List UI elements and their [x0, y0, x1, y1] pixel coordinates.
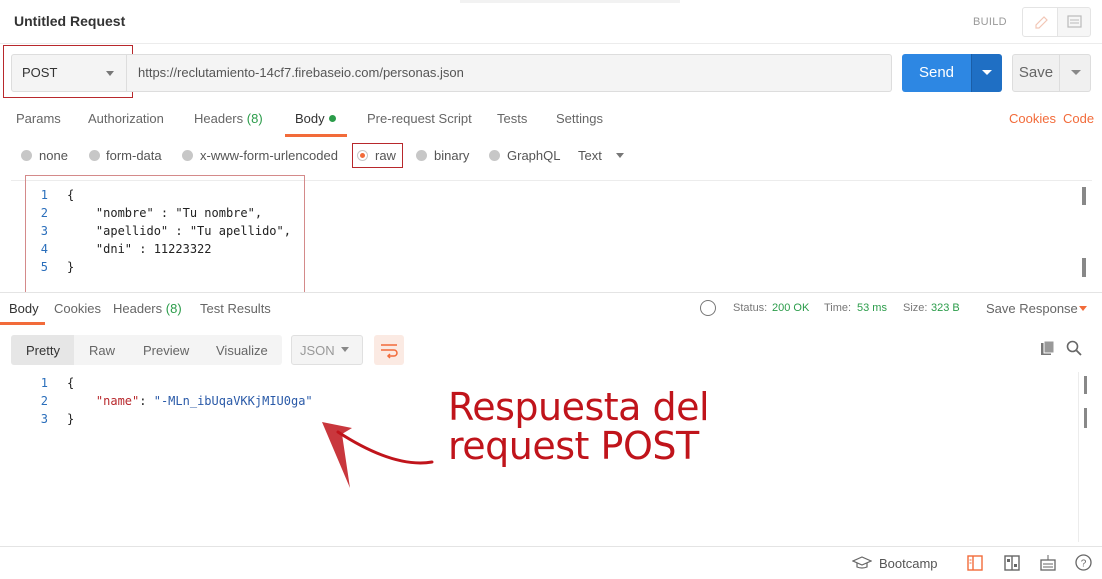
radio-graphql[interactable]	[489, 150, 500, 161]
response-tab-test-results[interactable]: Test Results	[200, 301, 271, 316]
radio-graphql-label[interactable]: GraphQL	[507, 148, 560, 163]
editor-scrollbar[interactable]	[1082, 258, 1086, 277]
annotation-line-2: request POST	[448, 424, 699, 468]
code-line: }	[67, 412, 75, 426]
radio-form-data[interactable]	[89, 150, 100, 161]
radio-none-label[interactable]: none	[39, 148, 68, 163]
line-number: 2	[40, 394, 48, 408]
status-value[interactable]: 200 OK	[772, 302, 809, 314]
radio-none[interactable]	[21, 150, 32, 161]
send-button[interactable]: Send	[902, 54, 971, 92]
view-preview[interactable]: Preview	[143, 343, 189, 358]
view-pretty[interactable]: Pretty	[26, 343, 60, 358]
response-tab-cookies[interactable]: Cookies	[54, 301, 101, 316]
bootcamp-link[interactable]: Bootcamp	[879, 556, 938, 571]
edit-button[interactable]	[1022, 7, 1058, 37]
build-label[interactable]: BUILD	[973, 16, 1007, 28]
tab-prerequest-script[interactable]: Pre-request Script	[367, 111, 472, 126]
graduation-cap-icon	[852, 556, 872, 569]
annotation-arrow-icon	[322, 422, 434, 488]
chevron-down-icon	[1071, 70, 1081, 75]
annotation-line-1: Respuesta del	[448, 385, 710, 429]
copy-icon[interactable]	[1041, 341, 1055, 357]
url-text: https://reclutamiento-14cf7.firebaseio.c…	[138, 65, 464, 80]
response-headers-count: (8)	[165, 301, 182, 316]
code-link[interactable]: Code	[1063, 111, 1094, 126]
response-format-label: JSON	[300, 343, 335, 358]
chevron-down-icon	[616, 153, 624, 158]
active-tab-marker	[460, 0, 680, 3]
help-icon[interactable]: ?	[1075, 554, 1092, 571]
response-scrollbar[interactable]	[1084, 408, 1087, 428]
pencil-icon	[1035, 16, 1048, 29]
search-icon[interactable]	[1066, 340, 1082, 356]
svg-text:?: ?	[1081, 559, 1087, 570]
sidebar-toggle-icon[interactable]	[967, 555, 983, 571]
tab-tests[interactable]: Tests	[497, 111, 527, 126]
response-tab-headers[interactable]: Headers (8)	[113, 301, 182, 316]
line-number: 1	[40, 376, 48, 390]
keyboard-shortcuts-icon[interactable]	[1040, 554, 1056, 572]
radio-binary[interactable]	[416, 150, 427, 161]
tab-params[interactable]: Params	[16, 111, 61, 126]
chevron-down-icon	[341, 347, 349, 352]
body-format-select[interactable]: Text	[578, 148, 602, 163]
save-button[interactable]: Save	[1012, 54, 1060, 92]
time-value[interactable]: 53 ms	[857, 302, 887, 314]
comment-icon	[1067, 15, 1082, 28]
chevron-down-icon	[982, 70, 992, 75]
editor-scrollbar[interactable]	[1082, 187, 1086, 205]
documentation-button[interactable]	[1057, 7, 1091, 37]
chevron-down-icon	[1079, 306, 1087, 311]
title-bar	[0, 0, 1102, 44]
wrap-icon	[381, 344, 398, 359]
active-tab-underline	[285, 134, 347, 137]
size-value[interactable]: 323 B	[931, 302, 960, 314]
request-title[interactable]: Untitled Request	[14, 13, 125, 29]
radio-urlencoded[interactable]	[182, 150, 193, 161]
globe-icon[interactable]	[700, 300, 716, 316]
save-response-button[interactable]: Save Response	[986, 301, 1078, 316]
radio-binary-label[interactable]: binary	[434, 148, 469, 163]
divider	[0, 292, 1102, 293]
code-line: "name": "-MLn_ibUqaVKKjMIU0ga"	[67, 394, 313, 408]
json-separator: :	[139, 394, 154, 408]
tab-headers[interactable]: Headers (8)	[194, 111, 263, 126]
method-highlight-box	[3, 45, 133, 98]
json-key: "name"	[95, 394, 140, 408]
tab-settings[interactable]: Settings	[556, 111, 603, 126]
view-raw[interactable]: Raw	[89, 343, 115, 358]
response-headers-label: Headers	[113, 301, 163, 316]
status-label: Status:	[733, 302, 768, 314]
raw-highlight-box	[352, 143, 403, 168]
size-label: Size:	[903, 302, 928, 314]
time-label: Time:	[824, 302, 852, 314]
response-tab-body[interactable]: Body	[9, 301, 39, 316]
wrap-lines-button[interactable]	[374, 335, 404, 365]
tab-authorization[interactable]: Authorization	[88, 111, 164, 126]
response-scroll-track	[1078, 372, 1079, 542]
body-indicator-dot	[329, 115, 336, 122]
cookies-link[interactable]: Cookies	[1009, 111, 1056, 126]
tab-headers-label: Headers	[194, 111, 244, 126]
view-visualize[interactable]: Visualize	[216, 343, 268, 358]
line-number: 3	[40, 412, 48, 426]
active-tab-underline	[0, 322, 45, 325]
two-pane-view-icon[interactable]	[1004, 555, 1020, 571]
code-line: {	[67, 376, 75, 390]
response-scrollbar[interactable]	[1084, 376, 1087, 394]
tab-body[interactable]: Body	[295, 111, 325, 126]
radio-form-data-label[interactable]: form-data	[106, 148, 162, 163]
radio-urlencoded-label[interactable]: x-www-form-urlencoded	[200, 148, 338, 163]
json-value[interactable]: "-MLn_ibUqaVKKjMIU0ga"	[154, 394, 313, 408]
body-highlight-box	[25, 175, 305, 293]
headers-count: (8)	[246, 111, 263, 126]
